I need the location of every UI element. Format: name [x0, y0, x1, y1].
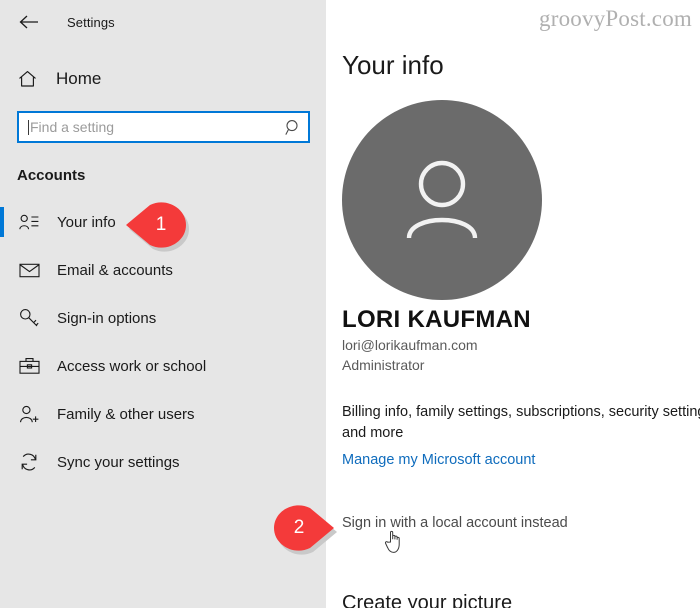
key-icon — [17, 306, 41, 330]
person-avatar-icon — [390, 146, 494, 255]
callout-marker-1: 1 — [124, 200, 189, 252]
sidebar-item-label: Sync your settings — [57, 453, 180, 471]
sidebar-item-label: Family & other users — [57, 405, 195, 423]
settings-window: Settings Home Accounts — [0, 0, 700, 608]
sync-icon — [17, 450, 41, 474]
sidebar-item-label: Email & accounts — [57, 261, 173, 279]
sidebar-item-access-work-school[interactable]: Access work or school — [0, 342, 326, 390]
home-icon — [16, 68, 38, 90]
callout-marker-2: 2 — [272, 503, 337, 555]
contact-card-icon — [17, 210, 41, 234]
billing-description: Billing info, family settings, subscript… — [342, 404, 700, 441]
search-input[interactable] — [29, 119, 280, 135]
sidebar-item-label: Access work or school — [57, 357, 207, 375]
sidebar-section-header: Accounts — [17, 167, 86, 184]
sidebar-item-sync-your-settings[interactable]: Sync your settings — [0, 438, 326, 486]
sidebar-item-label: Your info — [57, 213, 116, 231]
sign-in-local-account-link[interactable]: Sign in with a local account instead — [342, 515, 568, 531]
sidebar-item-family-other-users[interactable]: Family & other users — [0, 390, 326, 438]
user-name: LORI KAUFMAN — [342, 306, 531, 333]
sidebar-item-email-accounts[interactable]: Email & accounts — [0, 246, 326, 294]
watermark: groovyPost.com — [539, 6, 692, 31]
page-title: Your info — [342, 50, 444, 80]
briefcase-icon — [17, 354, 41, 378]
back-arrow-icon[interactable] — [16, 9, 42, 35]
main-content: groovyPost.com Your info LORI KAUFMAN lo… — [326, 0, 700, 608]
window-titlebar: Settings — [0, 0, 326, 44]
manage-microsoft-account-link[interactable]: Manage my Microsoft account — [342, 452, 535, 468]
search-icon[interactable] — [280, 114, 306, 140]
sidebar-item-signin-options[interactable]: Sign-in options — [0, 294, 326, 342]
sidebar-home-label: Home — [56, 69, 102, 88]
user-role: Administrator — [342, 357, 425, 373]
selection-indicator — [0, 207, 4, 237]
envelope-icon — [17, 258, 41, 282]
search-box[interactable] — [17, 111, 310, 143]
create-your-picture-heading: Create your picture — [342, 592, 513, 608]
user-email: lori@lorikaufman.com — [342, 337, 478, 353]
avatar[interactable] — [342, 100, 542, 300]
sidebar-item-label: Sign-in options — [57, 309, 157, 327]
sidebar-item-home[interactable]: Home — [0, 59, 326, 99]
window-title: Settings — [67, 14, 115, 30]
person-plus-icon — [17, 402, 41, 426]
